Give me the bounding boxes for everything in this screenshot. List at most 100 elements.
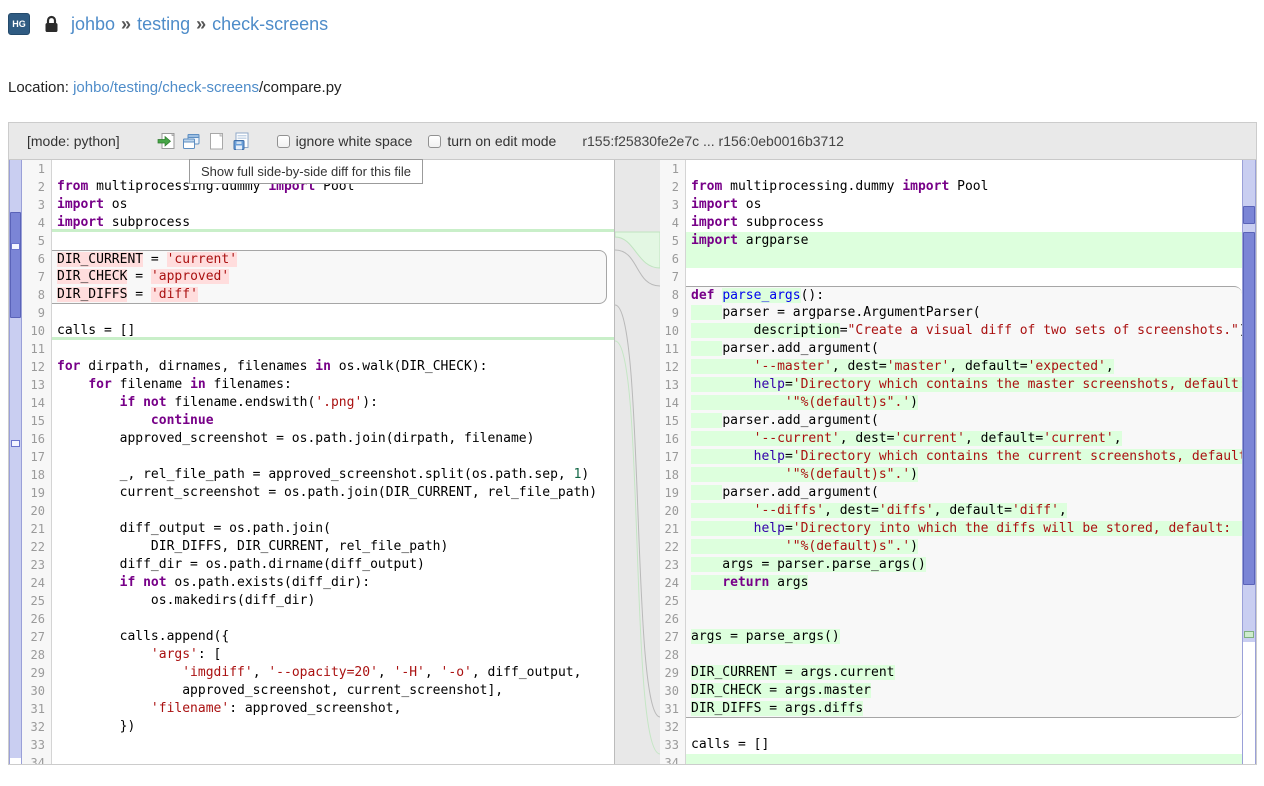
code-line: 4import subprocess <box>22 214 614 232</box>
code-line: 18 _, rel_file_path = approved_screensho… <box>22 466 614 484</box>
diff-toolbar: [mode: python] <box>9 123 1256 160</box>
line-number: 29 <box>22 664 52 682</box>
location-path-link[interactable]: johbo/testing/check-screens <box>73 79 259 96</box>
hg-logo-icon[interactable]: HG <box>8 13 30 35</box>
left-code-pane[interactable]: 12from multiprocessing.dummy import Pool… <box>22 160 615 764</box>
code-text: 'imgdiff', '--opacity=20', '-H', '-o', d… <box>52 664 614 682</box>
code-line: 34 <box>660 754 1242 764</box>
code-text: help='Directory which contains the curre… <box>686 448 1242 466</box>
code-line: 33calls = [] <box>660 736 1242 754</box>
breadcrumb: HG johbo»testing»check-screens <box>0 0 1264 35</box>
code-text: description="Create a visual diff of two… <box>686 322 1242 340</box>
location-filename: /compare.py <box>259 79 342 96</box>
edit-mode-label[interactable]: turn on edit mode <box>447 133 556 149</box>
code-text: '"%(default)s".') <box>686 466 1242 484</box>
code-text <box>52 610 614 628</box>
line-number: 12 <box>660 358 686 376</box>
code-text <box>52 754 614 764</box>
code-text: if not filename.endswith('.png'): <box>52 394 614 412</box>
code-line: 11 <box>22 340 614 358</box>
line-number: 11 <box>660 340 686 358</box>
line-number: 1 <box>660 160 686 178</box>
code-line: 23 diff_dir = os.path.dirname(diff_outpu… <box>22 556 614 574</box>
code-line: 18 '"%(default)s".') <box>660 466 1242 484</box>
line-number: 9 <box>660 304 686 322</box>
line-number: 34 <box>22 754 52 764</box>
code-line: 14 if not filename.endswith('.png'): <box>22 394 614 412</box>
right-scrollbar-marker-thumb[interactable] <box>1243 206 1255 224</box>
line-number: 2 <box>660 178 686 196</box>
code-line: 10 description="Create a visual diff of … <box>660 322 1242 340</box>
line-number: 22 <box>660 538 686 556</box>
left-scrollbar-chunk-marker[interactable] <box>11 440 20 447</box>
code-text <box>52 502 614 520</box>
download-diff-icon[interactable] <box>231 130 253 152</box>
breadcrumb-group[interactable]: testing <box>137 14 190 34</box>
code-line: 9 parser = argparse.ArgumentParser( <box>660 304 1242 322</box>
right-scrollbar-chunk-marker[interactable] <box>1244 631 1254 638</box>
line-number: 18 <box>660 466 686 484</box>
line-number: 19 <box>660 484 686 502</box>
diff-connector-gap <box>615 160 660 764</box>
code-line: 10calls = [] <box>22 322 614 340</box>
code-line: 3import os <box>660 196 1242 214</box>
breadcrumb-repo-user[interactable]: johbo <box>71 14 115 34</box>
code-line: 28 'args': [ <box>22 646 614 664</box>
location-label: Location: <box>8 79 69 96</box>
code-text: 'filename': approved_screenshot, <box>52 700 614 718</box>
code-line: 31 'filename': approved_screenshot, <box>22 700 614 718</box>
line-number: 32 <box>22 718 52 736</box>
right-scrollbar-corner <box>1243 642 1255 764</box>
line-number: 4 <box>660 214 686 232</box>
show-full-diff-icon[interactable] <box>156 130 178 152</box>
left-pane-scrollbar[interactable] <box>9 160 22 764</box>
raw-diff-icon[interactable] <box>206 130 228 152</box>
code-text: diff_output = os.path.join( <box>52 520 614 538</box>
line-number: 16 <box>660 430 686 448</box>
code-line: 29 'imgdiff', '--opacity=20', '-H', '-o'… <box>22 664 614 682</box>
line-number: 27 <box>660 628 686 646</box>
left-scrollbar-chunk-marker[interactable] <box>11 243 20 250</box>
code-line: 13 for filename in filenames: <box>22 376 614 394</box>
code-text: os.makedirs(diff_dir) <box>52 592 614 610</box>
breadcrumb-repo[interactable]: check-screens <box>212 14 328 34</box>
line-number: 4 <box>22 214 52 232</box>
line-number: 3 <box>660 196 686 214</box>
code-text: 'args': [ <box>52 646 614 664</box>
code-line: 7DIR_CHECK = 'approved' <box>22 268 614 286</box>
right-scrollbar-thumb[interactable] <box>1243 232 1255 585</box>
code-text: calls = [] <box>686 736 1242 754</box>
code-text: return args <box>686 574 1242 592</box>
ignore-whitespace-label[interactable]: ignore white space <box>296 133 413 149</box>
line-number: 26 <box>22 610 52 628</box>
right-pane-scrollbar[interactable] <box>1242 160 1256 764</box>
code-line: 24 if not os.path.exists(diff_dir): <box>22 574 614 592</box>
code-text <box>686 718 1242 736</box>
line-number: 15 <box>660 412 686 430</box>
code-line: 8def parse_args(): <box>660 286 1242 304</box>
code-line: 5 <box>22 232 614 250</box>
line-number: 7 <box>660 268 686 286</box>
code-line: 15 continue <box>22 412 614 430</box>
line-number: 6 <box>22 250 52 268</box>
right-code-pane[interactable]: 12from multiprocessing.dummy import Pool… <box>660 160 1242 764</box>
code-text: DIR_CURRENT = args.current <box>686 664 1242 682</box>
line-number: 15 <box>22 412 52 430</box>
code-text: import subprocess <box>686 214 1242 232</box>
breadcrumb-separator: » <box>196 14 206 34</box>
code-text <box>52 736 614 754</box>
side-by-side-diff-icon[interactable] <box>181 130 203 152</box>
line-number: 21 <box>660 520 686 538</box>
line-number: 19 <box>22 484 52 502</box>
code-text: diff_dir = os.path.dirname(diff_output) <box>52 556 614 574</box>
code-text: parser = argparse.ArgumentParser( <box>686 304 1242 322</box>
line-number: 23 <box>660 556 686 574</box>
code-line: 6DIR_CURRENT = 'current' <box>22 250 614 268</box>
edit-mode-checkbox[interactable] <box>428 135 441 148</box>
line-number: 12 <box>22 358 52 376</box>
code-text: current_screenshot = os.path.join(DIR_CU… <box>52 484 614 502</box>
left-scrollbar-thumb[interactable] <box>10 212 21 318</box>
code-text <box>52 448 614 466</box>
code-line: 4import subprocess <box>660 214 1242 232</box>
ignore-whitespace-checkbox[interactable] <box>277 135 290 148</box>
